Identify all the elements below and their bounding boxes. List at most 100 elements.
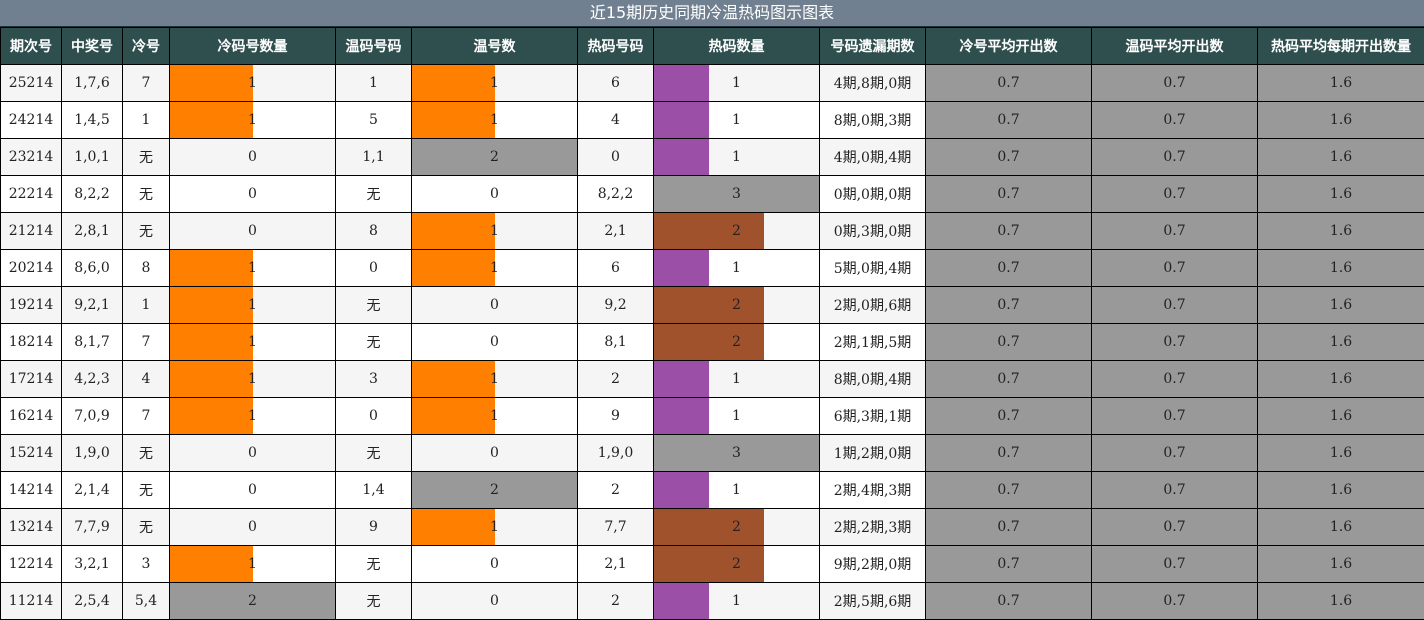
hot-number-cell: 0 (577, 138, 654, 176)
cold-avg-cell: 0.7 (925, 508, 1092, 546)
hot-count-value: 2 (732, 297, 741, 313)
cold-count-cell: 1 (169, 286, 336, 324)
table-row: 17214 4,2,3 4 1 3 1 2 1 8期,0期,4期 0.7 0.7 1.6 (0, 360, 1424, 398)
miss-period-cell: 8期,0期,3期 (819, 101, 926, 139)
warm-count-value: 1 (490, 223, 499, 239)
cold-count-cell: 1 (169, 397, 336, 435)
winning-number-cell: 2,5,4 (61, 582, 123, 620)
cold-count-value: 1 (248, 297, 257, 313)
hot-avg-cell: 1.6 (1257, 397, 1424, 435)
cold-avg-cell: 0.7 (925, 138, 1092, 176)
table-row: 20214 8,6,0 8 1 0 1 6 1 5期,0期,4期 0.7 0.7 1.6 (0, 249, 1424, 287)
hot-number-cell: 2 (577, 471, 654, 509)
table-row: 19214 9,2,1 1 1 无 0 9,2 2 2期,0期,6期 0.7 0.7 1.6 (0, 286, 1424, 324)
cold-count-bar (170, 324, 253, 360)
hot-avg-cell: 1.6 (1257, 64, 1424, 102)
winning-number-cell: 1,0,1 (61, 138, 123, 176)
cold-number-cell: 7 (122, 323, 170, 361)
miss-period-cell: 2期,1期,5期 (819, 323, 926, 361)
warm-count-value: 0 (490, 297, 499, 313)
warm-count-cell: 0 (411, 286, 578, 324)
period-cell: 23214 (0, 138, 62, 176)
hot-avg-cell: 1.6 (1257, 434, 1424, 472)
cold-number-cell: 8 (122, 249, 170, 287)
miss-period-cell: 0期,3期,0期 (819, 212, 926, 250)
miss-period-cell: 4期,8期,0期 (819, 64, 926, 102)
warm-number-cell: 无 (335, 582, 412, 620)
cold-number-cell: 7 (122, 64, 170, 102)
cold-count-cell: 1 (169, 545, 336, 583)
chart-page: 近15期历史同期冷温热码图示图表 期次号 中奖号 冷号 冷码号数量 温码号码 温… (0, 0, 1424, 620)
hot-avg-cell: 1.6 (1257, 508, 1424, 546)
hot-count-cell: 1 (653, 138, 820, 176)
hot-avg-cell: 1.6 (1257, 138, 1424, 176)
cold-count-cell: 1 (169, 323, 336, 361)
cold-count-value: 0 (248, 223, 257, 239)
period-cell: 25214 (0, 64, 62, 102)
period-cell: 22214 (0, 175, 62, 213)
warm-count-bar (412, 213, 495, 249)
warm-count-value: 1 (490, 408, 499, 424)
cold-count-value: 1 (248, 371, 257, 387)
warm-count-value: 0 (490, 445, 499, 461)
hot-count-bar (654, 139, 709, 175)
hot-count-value: 1 (732, 482, 741, 498)
header-hot-avg: 热码平均每期开出数量 (1257, 27, 1424, 65)
warm-count-bar (412, 65, 495, 101)
warm-count-value: 1 (490, 112, 499, 128)
header-warm: 温码号码 (335, 27, 412, 65)
warm-number-cell: 3 (335, 360, 412, 398)
winning-number-cell: 2,8,1 (61, 212, 123, 250)
miss-period-cell: 2期,5期,6期 (819, 582, 926, 620)
warm-avg-cell: 0.7 (1091, 508, 1258, 546)
hot-count-bar (654, 361, 709, 397)
hot-count-value: 1 (732, 75, 741, 91)
warm-count-value: 0 (490, 556, 499, 572)
hot-count-cell: 2 (653, 508, 820, 546)
cold-count-bar (170, 102, 253, 138)
miss-period-cell: 8期,0期,4期 (819, 360, 926, 398)
header-warm-avg: 温码平均开出数 (1091, 27, 1258, 65)
warm-count-cell: 0 (411, 582, 578, 620)
cold-count-value: 0 (248, 519, 257, 535)
hot-number-cell: 9 (577, 397, 654, 435)
hot-count-value: 1 (732, 112, 741, 128)
table-row: 15214 1,9,0 无 0 无 0 1,9,0 3 1期,2期,0期 0.7 0.7 1.6 (0, 434, 1424, 472)
period-cell: 17214 (0, 360, 62, 398)
warm-number-cell: 0 (335, 397, 412, 435)
header-cold-avg: 冷号平均开出数 (925, 27, 1092, 65)
cold-avg-cell: 0.7 (925, 582, 1092, 620)
cold-number-cell: 1 (122, 286, 170, 324)
warm-count-value: 1 (490, 75, 499, 91)
winning-number-cell: 7,0,9 (61, 397, 123, 435)
cold-avg-cell: 0.7 (925, 212, 1092, 250)
hot-number-cell: 7,7 (577, 508, 654, 546)
hot-count-value: 2 (732, 556, 741, 572)
period-cell: 18214 (0, 323, 62, 361)
period-cell: 12214 (0, 545, 62, 583)
hot-avg-cell: 1.6 (1257, 323, 1424, 361)
warm-avg-cell: 0.7 (1091, 582, 1258, 620)
cold-number-cell: 无 (122, 508, 170, 546)
winning-number-cell: 2,1,4 (61, 471, 123, 509)
miss-period-cell: 2期,0期,6期 (819, 286, 926, 324)
warm-avg-cell: 0.7 (1091, 212, 1258, 250)
winning-number-cell: 8,6,0 (61, 249, 123, 287)
cold-count-value: 0 (248, 186, 257, 202)
warm-number-cell: 1,1 (335, 138, 412, 176)
warm-avg-cell: 0.7 (1091, 249, 1258, 287)
warm-number-cell: 9 (335, 508, 412, 546)
header-miss: 号码遗漏期数 (819, 27, 926, 65)
header-warm-count: 温号数 (411, 27, 578, 65)
hot-count-value: 2 (732, 334, 741, 350)
cold-count-cell: 0 (169, 212, 336, 250)
header-hot: 热码号码 (577, 27, 654, 65)
hot-number-cell: 2,1 (577, 212, 654, 250)
warm-count-value: 1 (490, 519, 499, 535)
table-row: 14214 2,1,4 无 0 1,4 2 2 1 2期,4期,3期 0.7 0.7 1.6 (0, 471, 1424, 509)
cold-count-cell: 2 (169, 582, 336, 620)
hot-count-cell: 1 (653, 360, 820, 398)
cold-count-value: 0 (248, 482, 257, 498)
hot-count-bar (654, 324, 764, 360)
cold-number-cell: 3 (122, 545, 170, 583)
